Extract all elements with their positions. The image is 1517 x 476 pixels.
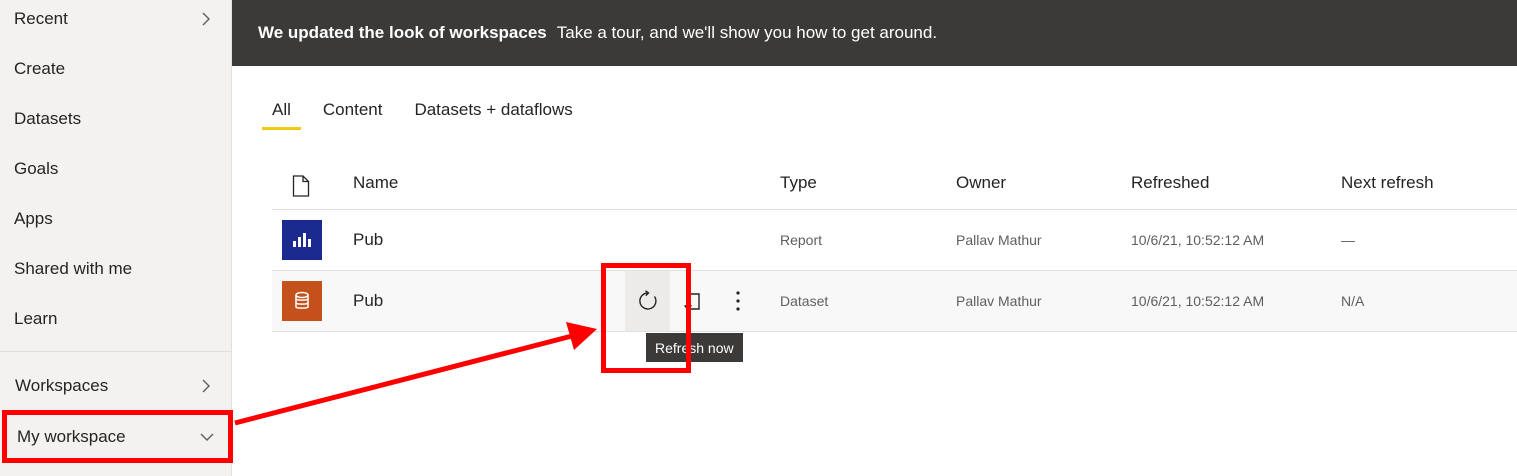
dataset-icon	[282, 281, 322, 321]
content-tabs: All Content Datasets + dataflows	[262, 96, 605, 130]
item-owner: Pallav Mathur	[956, 293, 1042, 309]
item-owner: Pallav Mathur	[956, 232, 1042, 248]
nav-item-my-workspace[interactable]: My workspace	[0, 412, 231, 462]
row-actions	[625, 271, 760, 331]
item-type: Dataset	[780, 293, 829, 309]
nav-item-apps[interactable]: Apps	[0, 194, 231, 244]
item-next-refresh: N/A	[1341, 293, 1365, 309]
refresh-icon	[638, 290, 657, 310]
nav-item-label: Apps	[14, 209, 53, 228]
nav-divider	[0, 351, 231, 352]
column-header-owner[interactable]: Owner	[956, 173, 1006, 193]
refresh-now-button[interactable]	[625, 271, 670, 331]
item-refreshed: 10/6/21, 10:52:12 AM	[1131, 232, 1265, 248]
nav-item-label: My workspace	[17, 427, 126, 446]
nav-item-label: Goals	[14, 159, 59, 178]
chevron-right-icon	[202, 379, 210, 393]
nav-item-label: Create	[14, 59, 66, 78]
left-nav: Recent Create Datasets Goals Apps Shared…	[0, 0, 232, 476]
table-row[interactable]: Pub Report Pallav Mathur 10/6/21, 10:52:…	[272, 210, 1517, 271]
update-banner: We updated the look of workspaces Take a…	[232, 0, 1517, 66]
tab-datasets-dataflows[interactable]: Datasets + dataflows	[414, 96, 572, 130]
item-next-refresh: —	[1341, 232, 1355, 248]
nav-item-recent[interactable]: Recent	[0, 0, 231, 44]
nav-item-create[interactable]: Create	[0, 44, 231, 94]
nav-item-workspaces[interactable]: Workspaces	[0, 361, 231, 411]
file-icon	[292, 175, 310, 197]
report-icon	[282, 220, 322, 260]
nav-item-label: Datasets	[14, 109, 82, 128]
column-header-next-refresh[interactable]: Next refresh	[1341, 173, 1434, 193]
schedule-refresh-icon	[683, 293, 700, 310]
item-type: Report	[780, 232, 823, 248]
tab-content[interactable]: Content	[323, 96, 383, 130]
more-options-icon	[735, 291, 740, 311]
workspace-content-table: Name Type Owner Refreshed Next refresh P…	[272, 156, 1517, 332]
column-header-name[interactable]: Name	[353, 173, 398, 193]
item-refreshed: 10/6/21, 10:52:12 AM	[1131, 293, 1265, 309]
table-row[interactable]: Pub Dataset Pallav Mathur 10/6/21, 10:52…	[272, 271, 1517, 332]
nav-item-shared-with-me[interactable]: Shared with me	[0, 244, 231, 294]
banner-text[interactable]: Take a tour, and we'll show you how to g…	[557, 23, 937, 43]
column-header-refreshed[interactable]: Refreshed	[1131, 173, 1209, 193]
table-header: Name Type Owner Refreshed Next refresh	[272, 156, 1517, 210]
nav-item-datasets[interactable]: Datasets	[0, 94, 231, 144]
item-name[interactable]: Pub	[353, 291, 383, 311]
tab-all[interactable]: All	[262, 96, 301, 130]
refresh-now-tooltip: Refresh now	[646, 333, 743, 362]
column-header-type[interactable]: Type	[780, 173, 817, 193]
nav-item-label: Shared with me	[14, 259, 133, 278]
chevron-down-icon	[200, 433, 214, 441]
banner-title: We updated the look of workspaces	[258, 23, 547, 42]
nav-item-learn[interactable]: Learn	[0, 294, 231, 344]
item-name[interactable]: Pub	[353, 230, 383, 250]
nav-item-label: Recent	[14, 9, 68, 28]
schedule-refresh-button[interactable]	[670, 271, 715, 331]
nav-item-goals[interactable]: Goals	[0, 144, 231, 194]
nav-item-label: Workspaces	[15, 376, 109, 395]
more-options-button[interactable]	[715, 271, 760, 331]
chevron-right-icon	[202, 12, 210, 26]
nav-item-label: Learn	[14, 309, 58, 328]
